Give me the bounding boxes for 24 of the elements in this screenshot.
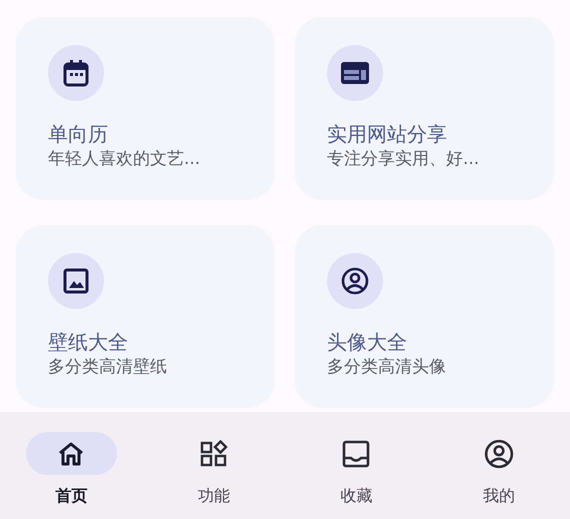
calendar-icon <box>63 59 89 87</box>
card-title: 壁纸大全 <box>48 328 129 354</box>
nav-tab[interactable]: 功能 <box>142 412 285 519</box>
card-title: 实用网站分享 <box>327 121 448 147</box>
user-circle-icon <box>484 438 514 468</box>
home-icon <box>57 440 86 466</box>
image-icon <box>63 268 89 294</box>
card-title: 单向历 <box>48 121 109 147</box>
card-subtitle: 年轻人喜欢的文艺... <box>48 148 202 171</box>
browser-window-icon <box>340 61 370 85</box>
inbox-icon <box>342 440 370 468</box>
app-card[interactable]: 头像大全 多分类高清头像 <box>295 224 554 408</box>
card-title: 头像大全 <box>327 328 408 354</box>
card-subtitle: 多分类高清头像 <box>327 356 447 378</box>
card-subtitle: 专注分享实用、好... <box>327 148 480 171</box>
widgets-icon <box>200 440 228 468</box>
app-card[interactable]: 壁纸大全 多分类高清壁纸 <box>16 224 275 408</box>
nav-tab[interactable]: 我的 <box>428 412 570 519</box>
user-circle-icon <box>341 266 369 294</box>
nav-tab[interactable]: 首页 <box>0 412 142 519</box>
nav-tab[interactable]: 收藏 <box>285 412 428 519</box>
app-card[interactable]: 实用网站分享 专注分享实用、好... <box>295 17 554 200</box>
card-subtitle: 多分类高清壁纸 <box>48 356 168 378</box>
app-card[interactable]: 单向历 年轻人喜欢的文艺... <box>16 17 275 200</box>
